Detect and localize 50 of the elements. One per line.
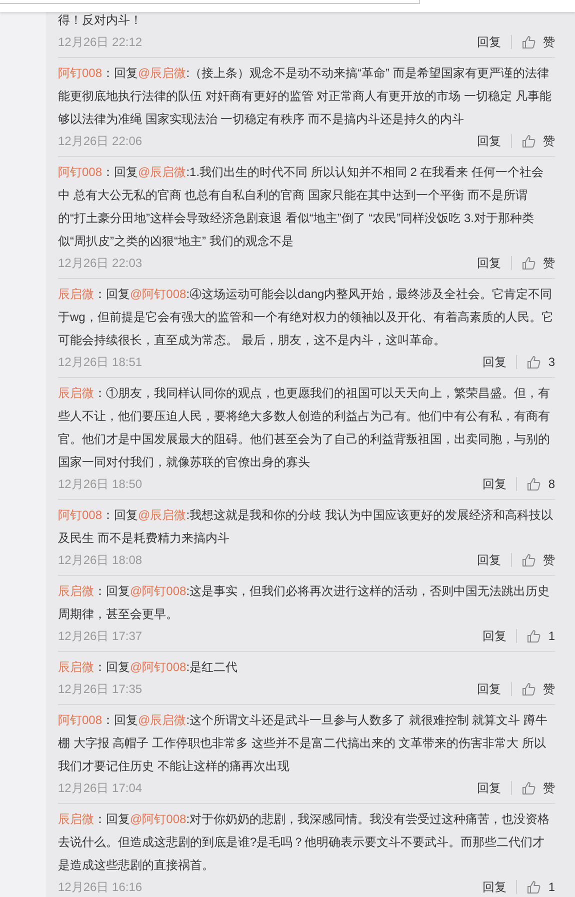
comment-text: 阿钉008：回复@辰启微:1.我们出生的时代不同 所以认知并不相同 2 在我看来 任何一个社会中 总有大公无私的官商 也总有自私自利的官商 国家只能在其中达到一个平衡 而不是所谓的“打土豪分田地”这样会导致经济急剧衰退 看似“地主”倒了 “农民”同样没饭吃 3.对于那种类似“周扒皮”之类的凶狠“地主” 我们的观念不是 — [58, 164, 545, 250]
like-link[interactable]: 1 — [548, 627, 555, 645]
comment-text: 阿钉008：回复@辰启微:我想这就是我和你的分歧 我认为中国应该更好的发展经济和高科技以及民生 而不是耗费精力来搞内斗 — [58, 507, 554, 547]
like-link[interactable]: 3 — [548, 353, 555, 371]
like-link[interactable]: 赞 — [543, 33, 555, 51]
reply-link[interactable]: 回复 — [482, 878, 506, 896]
comment-text: 辰启微：回复@阿钉008:对于你奶奶的悲剧，我深感同情。我没有尝受过这种痛苦，也没资格去说什么。但造成这悲剧的到底是谁?是毛吗？他明确表示要文斗不要武斗。而那些二代们才是造成这些悲剧的直接祸首。 — [58, 811, 551, 874]
comment-time: 12月26日 17:04 — [58, 780, 142, 797]
comment-text: 辰启微：回复@阿钉008:是红二代 — [58, 659, 239, 676]
reply-link[interactable]: 回复 — [482, 627, 506, 645]
like-link[interactable]: 赞 — [543, 779, 555, 797]
thumbs-up-icon[interactable] — [527, 355, 542, 369]
thumbs-up-icon[interactable] — [522, 682, 536, 696]
comment-time: 12月26日 17:37 — [58, 628, 142, 645]
reply-link[interactable]: 回复 — [477, 680, 501, 698]
thumbs-up-icon[interactable] — [522, 35, 536, 49]
like-link[interactable]: 赞 — [543, 132, 555, 150]
like-link[interactable]: 8 — [548, 475, 555, 493]
comment-time: 12月26日 16:16 — [58, 879, 142, 896]
comment-time: 12月26日 18:08 — [58, 552, 142, 569]
comment-time: 12月26日 18:51 — [58, 354, 142, 371]
thumbs-up-icon[interactable] — [522, 256, 536, 270]
thumbs-up-icon[interactable] — [522, 781, 536, 795]
comment-text: 辰启微：①朋友，我同样认同你的观点，也更愿我们的祖国可以天天向上，繁荣昌盛。但，有些人不让，他们要压迫人民，要将绝大多数人创造的利益占为己有。他们中有公有私，有商有官。他们才是中国发展最大的阻碍。他们甚至会为了自己的利益背叛祖国，出卖同胞，与别的国家一同对付我们，就像苏联的官僚出身的寡头 — [58, 385, 551, 471]
like-link[interactable]: 赞 — [543, 680, 555, 698]
thumbs-up-icon[interactable] — [522, 553, 536, 567]
comment-time: 12月26日 22:03 — [58, 255, 142, 272]
comment-time: 12月26日 22:12 — [58, 34, 142, 51]
comment-time: 12月26日 17:35 — [58, 681, 142, 698]
like-link[interactable]: 1 — [548, 878, 555, 896]
comment-text: 辰启微：回复@阿钉008:这是事实，但我们必将再次进行这样的活动，否则中国无法跳出历史周期律，甚至会更早。 — [58, 583, 551, 623]
reply-link[interactable]: 回复 — [477, 551, 501, 569]
comment-text: 阿钉008：回复@辰启微:（接上条）观念不是动不动来搞“革命” 而是希望国家有更严谨的法律能更彻底地执行法律的队伍 对奸商有更好的监管 对正常商人有更开放的市场 一切稳定 凡事能够以法律为准绳 国家实现法治 一切稳定有秩序 而不是搞内斗还是持久的内斗 — [58, 65, 552, 128]
like-link[interactable]: 赞 — [543, 254, 555, 272]
comment-text: 阿钉008：回复@辰启微:这个所谓文斗还是武斗一旦参与人数多了 就很难控制 就算文斗 蹲牛棚 大字报 高帽子 工作停职也非常多 这些并不是富二代搞出来的 文革带来的伤害非常大 所以我们才要记住历史 不能让这样的痛再次出现 — [58, 712, 549, 775]
thumbs-up-icon[interactable] — [522, 134, 536, 148]
reply-link[interactable]: 回复 — [477, 33, 501, 51]
reply-link[interactable]: 回复 — [482, 475, 506, 493]
reply-link[interactable]: 回复 — [477, 132, 501, 150]
thumbs-up-icon[interactable] — [527, 629, 542, 643]
reply-link[interactable]: 回复 — [477, 779, 501, 797]
thumbs-up-icon[interactable] — [527, 880, 542, 894]
comment-time: 12月26日 18:50 — [58, 476, 142, 493]
thumbs-up-icon[interactable] — [527, 477, 542, 491]
reply-link[interactable]: 回复 — [477, 254, 501, 272]
comment-time: 12月26日 22:06 — [58, 133, 142, 150]
like-link[interactable]: 赞 — [543, 551, 555, 569]
reply-link[interactable]: 回复 — [482, 353, 506, 371]
comment-text: 得！反对内斗！ — [58, 12, 143, 29]
comment-text: 辰启微：回复@阿钉008:④这场运动可能会以dang内整风开始，最终涉及全社会。它肯定不同于wg，但前提是它会有强大的监管和一个有绝对权力的领袖以及开化、有着高素质的人民。它可能会持续很长，直至成为常态。 最后，朋友，这不是内斗，这叫革命。 — [58, 286, 554, 349]
